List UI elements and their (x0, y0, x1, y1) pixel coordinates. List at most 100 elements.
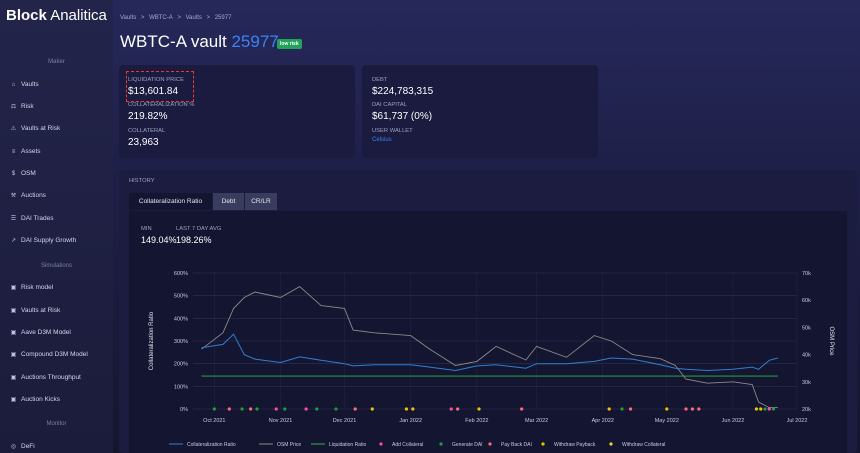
model-icon: ▣ (10, 285, 17, 291)
legend-label: Withdraw Payback (554, 442, 596, 448)
page-title: WBTC-A vault 25977 (120, 32, 279, 51)
event-marker (628, 407, 633, 411)
dai-capital-label: DAI CAPITAL (372, 102, 408, 108)
sidebar-item-label: Vaults at Risk (21, 125, 61, 132)
x-tick-label: Jan 2022 (399, 418, 422, 424)
event-marker (684, 407, 688, 411)
legend-label: OSM Price (277, 442, 301, 448)
legend-swatch (379, 442, 383, 446)
x-tick-label: Nov 2021 (269, 418, 293, 424)
sidebar-item-auction-kicks[interactable]: ▣ Auction Kicks (10, 396, 60, 403)
sidebar-item-auctions-throughput[interactable]: ▣ Auctions Throughput (10, 374, 81, 381)
event-marker (759, 407, 763, 411)
event-marker (771, 407, 776, 411)
section-simulations: Simulations (40, 263, 72, 269)
x-tick-label: Feb 2022 (465, 418, 488, 424)
event-marker (240, 407, 244, 411)
sidebar-item-risk[interactable]: ⚖ Risk (10, 103, 34, 110)
event-marker (249, 407, 253, 411)
liquidation-price-value: $13,601.84 (128, 86, 179, 97)
tab-cr-lr[interactable]: CR/LR (245, 193, 277, 210)
user-wallet-link[interactable]: Celsius (372, 137, 392, 143)
tab-debt[interactable]: Debt (213, 193, 244, 210)
y2-tick-label: 40k (802, 353, 811, 359)
sidebar-item-label: DAI Trades (21, 215, 54, 222)
legend-label: Liquidation Ratio (329, 442, 366, 448)
sidebar-item-label: Vaults at Risk (21, 307, 61, 314)
sidebar-item-defi[interactable]: ◎ DeFi (10, 443, 35, 450)
scale-icon: ⚖ (10, 104, 17, 110)
tab-collateralization-ratio[interactable]: Collateralization Ratio (129, 193, 212, 210)
event-marker (334, 407, 338, 411)
debt-label: DEBT (372, 77, 388, 83)
event-marker (690, 407, 695, 411)
y2-tick-label: 20k (802, 407, 811, 413)
event-marker (697, 407, 701, 411)
sidebar-item-assets[interactable]: ≡ Assets (10, 148, 41, 155)
breadcrumb: Vaults > WBTC-A > Vaults > 25977 (120, 15, 234, 21)
x-tick-label: May 2022 (655, 418, 679, 424)
sidebar-item-vaults-at-risk[interactable]: ⚠ Vaults at Risk (10, 125, 60, 132)
sidebar-item-dai-trades[interactable]: ☰ DAI Trades (10, 215, 54, 222)
sidebar-item-label: OSM (21, 170, 36, 177)
debt-value: $224,783,315 (372, 86, 434, 97)
y2-tick-label: 30k (802, 380, 811, 386)
debt-stats-card: DEBT $224,783,315 DAI CAPITAL $61,737 (0… (362, 65, 598, 158)
sidebar-item-vaults-at-risk[interactable]: ▣ Vaults at Risk (10, 307, 61, 314)
y-tick-label: 400% (174, 316, 188, 322)
sidebar-item-dai-supply-growth[interactable]: ↗ DAI Supply Growth (10, 237, 76, 244)
collateralization-value: 219.82% (128, 111, 168, 122)
event-marker (665, 407, 669, 411)
event-marker (255, 407, 259, 411)
collateral-value: 23,963 (128, 137, 159, 148)
event-marker (767, 407, 771, 411)
sidebar-item-label: DeFi (21, 443, 35, 450)
sidebar-item-risk-model[interactable]: ▣ Risk model (10, 284, 54, 291)
sidebar-item-label: Aave D3M Model (21, 329, 71, 336)
y2-tick-label: 60k (802, 298, 811, 304)
y-tick-label: 500% (174, 294, 188, 300)
x-tick-label: Apr 2022 (592, 418, 614, 424)
bank-icon: ⌂ (11, 81, 16, 88)
y-tick-label: 600% (174, 271, 188, 277)
sidebar-item-osm[interactable]: $ OSM (10, 170, 36, 177)
y-tick-label: 100% (174, 384, 188, 390)
breadcrumb-ilk[interactable]: WBTC-A (149, 15, 173, 21)
legend-swatch (439, 442, 443, 446)
y-tick-label: 300% (174, 339, 188, 345)
legend-label: Pay Back DAI (501, 442, 532, 448)
section-maker: Maker (48, 59, 65, 65)
sidebar-item-aave-d3m-model[interactable]: ▣ Aave D3M Model (10, 329, 71, 336)
event-marker (477, 407, 481, 411)
event-marker (370, 407, 374, 411)
model-icon: ▣ (10, 352, 17, 358)
breadcrumb-vaults[interactable]: Vaults (120, 15, 136, 21)
collateral-label: COLLATERAL (128, 128, 166, 134)
main-content: Vaults > WBTC-A > Vaults > 25977 WBTC-A … (113, 0, 860, 453)
sidebar: Block Analitica Maker ⌂ Vaults ⚖ Risk ⚠ Vault… (0, 0, 113, 453)
sidebar-item-vaults[interactable]: ⌂ Vaults (10, 81, 39, 88)
sidebar-item-auctions[interactable]: ⚒ Auctions (10, 192, 46, 199)
legend-label: Generate DAI (452, 442, 483, 448)
brand-logo[interactable]: Block Analitica (6, 7, 107, 24)
collateralization-ratio-line (201, 333, 778, 372)
event-marker (283, 407, 287, 411)
sidebar-item-label: DAI Supply Growth (21, 237, 77, 244)
gavel-icon: ⚒ (10, 193, 17, 199)
dollar-icon: $ (11, 170, 16, 177)
breadcrumb-separator: > (140, 15, 145, 21)
vault-id: 25977 (231, 32, 279, 51)
x-tick-label: Dec 2021 (333, 418, 357, 424)
y2-tick-label: 70k (802, 271, 811, 277)
breadcrumb-vaults-list[interactable]: Vaults (186, 15, 202, 21)
y2-tick-label: 50k (802, 325, 811, 331)
event-marker (411, 407, 415, 411)
history-label: HISTORY (129, 178, 155, 184)
history-panel: HISTORY Collateralization Ratio Debt CR/… (119, 171, 857, 453)
sidebar-item-label: Risk model (21, 284, 54, 291)
sidebar-item-compound-d3m-model[interactable]: ▣ Compound D3M Model (10, 351, 88, 358)
history-chart[interactable]: 0% 100% 200% 300% 400% 500% 600% 20k 30k 40k 50k 60… (129, 211, 847, 453)
liquidation-price-label: LIQUIDATION PRICE (128, 77, 184, 83)
model-icon: ▣ (10, 397, 17, 403)
chart-icon: ☰ (10, 216, 17, 222)
